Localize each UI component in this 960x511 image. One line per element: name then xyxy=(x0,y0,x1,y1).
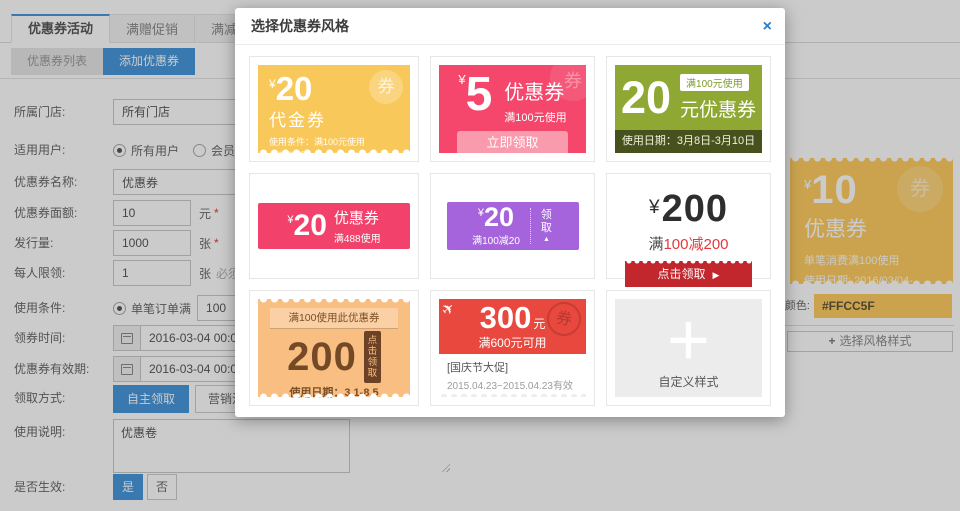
coupon-condition: 满100使用此优惠券 xyxy=(270,308,398,329)
coupon-name: 优惠券 xyxy=(334,207,381,228)
coupon-name: 元优惠券 xyxy=(680,95,756,122)
coupon-style-banner-pink[interactable]: ¥20 优惠券 满488使用 xyxy=(249,173,419,279)
coupon-style-gold[interactable]: ¥20 代金券 使用条件：满100元使用 使用日期：2015/05/06-08/… xyxy=(249,56,419,162)
click-claim-button[interactable]: 点击领取▶ xyxy=(625,261,751,287)
arrow-right-icon: ▶ xyxy=(713,270,720,280)
coupon-amount: 200 xyxy=(287,335,357,380)
modal-header: 选择优惠券风格 × xyxy=(235,8,785,45)
coupon-seal-icon: 券 xyxy=(544,299,583,338)
page: 优惠券活动 满赠促销 满减促销 优惠券列表 添加优惠券 所属门店: 所有门店 适… xyxy=(0,0,960,511)
coupon-amount: ¥200 xyxy=(649,188,728,231)
coupon-amount: ¥20 xyxy=(472,205,520,231)
coupon-condition: 满488使用 xyxy=(334,230,381,245)
plus-icon: + xyxy=(667,303,710,377)
coupon-green: 20 满100元使用 元优惠券 使用日期：3月8日-3月10日 xyxy=(615,65,762,153)
coupon-valid-range: 2015.04.23~2015.04.23有效 xyxy=(447,377,578,392)
perforation-edge xyxy=(625,261,751,266)
coupon-seal-icon: 券 xyxy=(369,70,403,104)
triangle-up-icon: ▲ xyxy=(540,236,553,243)
coupon-amount: ¥5 xyxy=(458,71,492,125)
coupon-red-event: ✈ 券 300元 满600元可用 [国庆节大促] 2015.04.23~2015… xyxy=(439,299,586,397)
coupon-purple: ¥20 满100减20 领取 ▲ xyxy=(447,202,579,250)
perforation-edge xyxy=(439,391,586,397)
dotted-divider xyxy=(530,208,531,244)
coupon-condition-tag: 满100元使用 xyxy=(680,74,749,91)
coupon-style-green[interactable]: 20 满100元使用 元优惠券 使用日期：3月8日-3月10日 xyxy=(606,56,771,162)
perforation-edge xyxy=(258,390,410,397)
coupon-gold: ¥20 代金券 使用条件：满100元使用 使用日期：2015/05/06-08/… xyxy=(258,65,410,153)
coupon-amount: 20 xyxy=(621,72,671,124)
coupon-event-name: [国庆节大促] xyxy=(447,359,578,375)
coupon-white-red: ¥200 满100减200 点击领取▶ xyxy=(615,182,762,270)
coupon-style-grid: ¥20 代金券 使用条件：满100元使用 使用日期：2015/05/06-08/… xyxy=(235,45,785,417)
claim-action-label: 领取 xyxy=(540,209,553,235)
coupon-amount: ¥20 xyxy=(287,209,327,243)
coupon-style-purple[interactable]: ¥20 满100减20 领取 ▲ xyxy=(430,173,595,279)
coupon-style-white-red[interactable]: ¥200 满100减200 点击领取▶ xyxy=(606,173,771,279)
coupon-style-red-event[interactable]: ✈ 券 300元 满600元可用 [国庆节大促] 2015.04.23~2015… xyxy=(430,290,595,406)
custom-style-box: + 自定义样式 xyxy=(615,299,762,397)
coupon-condition: 满100减200 xyxy=(648,233,728,254)
coupon-amount: 300元 xyxy=(480,303,546,333)
coupon-condition: 满100减20 xyxy=(472,232,520,247)
perforation-edge xyxy=(258,146,410,153)
perforation-edge xyxy=(258,299,410,306)
custom-style-label: 自定义样式 xyxy=(615,373,762,390)
coupon-condition: 满600元可用 xyxy=(478,334,546,351)
coupon-style-pink[interactable]: 券 ¥5 优惠券 满100元使用 立即领取 xyxy=(430,56,595,162)
modal-title: 选择优惠券风格 xyxy=(251,18,349,34)
claim-now-button[interactable]: 立即领取 xyxy=(457,131,569,153)
coupon-orange: 满100使用此优惠券 200 点击领取 使用日期：3.1-8.5 xyxy=(258,299,410,397)
coupon-date: 使用日期：3月8日-3月10日 xyxy=(615,130,762,153)
paper-plane-icon: ✈ xyxy=(438,298,459,320)
coupon-style-custom[interactable]: + 自定义样式 xyxy=(606,290,771,406)
coupon-style-modal: 选择优惠券风格 × ¥20 代金券 使用条件：满100元使用 使用日期：2015… xyxy=(235,8,785,417)
coupon-banner-pink: ¥20 优惠券 满488使用 xyxy=(258,203,410,249)
coupon-style-orange[interactable]: 满100使用此优惠券 200 点击领取 使用日期：3.1-8.5 xyxy=(249,290,419,406)
close-icon[interactable]: × xyxy=(763,8,772,45)
coupon-condition: 满100元使用 xyxy=(504,109,566,125)
coupon-pink: 券 ¥5 优惠券 满100元使用 立即领取 xyxy=(439,65,586,153)
coupon-name: 代金券 xyxy=(269,106,399,131)
click-claim-badge[interactable]: 点击领取 xyxy=(364,331,381,383)
